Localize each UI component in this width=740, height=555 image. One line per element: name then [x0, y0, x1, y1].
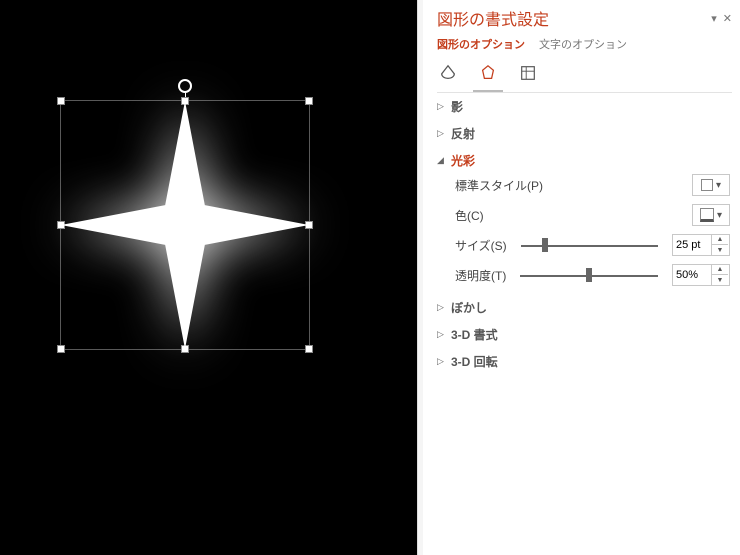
glow-size-slider[interactable] — [521, 238, 658, 252]
effects-icon[interactable] — [477, 62, 499, 84]
chevron-right-icon: ▷ — [437, 128, 445, 139]
section-3d-format[interactable]: ▷ 3-D 書式 — [437, 321, 732, 348]
section-reflection[interactable]: ▷ 反射 — [437, 120, 732, 147]
paint-bucket-icon — [700, 208, 714, 222]
chevron-right-icon: ▷ — [437, 356, 445, 367]
chevron-right-icon: ▷ — [437, 329, 445, 340]
panel-options-button[interactable]: ▾ — [711, 12, 717, 25]
size-properties-icon[interactable] — [517, 62, 539, 84]
section-soft-edges[interactable]: ▷ ぼかし — [437, 294, 732, 321]
selection-box[interactable] — [60, 100, 310, 350]
glow-transparency-slider[interactable] — [520, 268, 658, 282]
tab-shape-options[interactable]: 図形のオプション — [437, 36, 525, 52]
glow-size-input[interactable]: ▲▼ — [672, 234, 730, 256]
fill-line-icon[interactable] — [437, 62, 459, 84]
glow-size-field[interactable] — [673, 239, 711, 251]
section-glow[interactable]: ◢ 光彩 — [437, 147, 732, 174]
section-3d-rotation[interactable]: ▷ 3-D 回転 — [437, 348, 732, 375]
chevron-right-icon: ▷ — [437, 101, 445, 112]
close-icon[interactable]: ✕ — [723, 12, 732, 25]
glow-preset-label: 標準スタイル(P) — [455, 177, 543, 194]
spin-up-icon[interactable]: ▲ — [712, 265, 728, 275]
glow-transparency-input[interactable]: ▲▼ — [672, 264, 730, 286]
chevron-down-icon: ◢ — [437, 155, 445, 166]
slide-canvas[interactable] — [0, 0, 417, 555]
chevron-right-icon: ▷ — [437, 302, 445, 313]
spin-down-icon[interactable]: ▼ — [712, 275, 728, 285]
glow-transparency-field[interactable] — [673, 269, 711, 281]
section-shadow[interactable]: ▷ 影 — [437, 93, 732, 120]
spin-up-icon[interactable]: ▲ — [712, 235, 728, 245]
glow-transparency-label: 透明度(T) — [455, 267, 506, 284]
tab-text-options[interactable]: 文字のオプション — [539, 36, 627, 52]
panel-title: 図形の書式設定 — [437, 6, 549, 30]
glow-color-dropdown[interactable]: ▾ — [692, 204, 730, 226]
glow-size-label: サイズ(S) — [455, 237, 507, 254]
spin-down-icon[interactable]: ▼ — [712, 245, 728, 255]
glow-preset-dropdown[interactable]: ▾ — [692, 174, 730, 196]
format-shape-panel: 図形の書式設定 ▾ ✕ 図形のオプション 文字のオプション ▷ 影 ▷ 反射 ◢… — [423, 0, 740, 555]
shape-4point-star[interactable] — [61, 101, 309, 349]
glow-controls: 標準スタイル(P) ▾ 色(C) ▾ サイズ(S) ▲▼ 透明度(T) ▲▼ — [437, 174, 732, 286]
glow-color-label: 色(C) — [455, 207, 484, 224]
rotate-handle[interactable] — [178, 79, 192, 93]
